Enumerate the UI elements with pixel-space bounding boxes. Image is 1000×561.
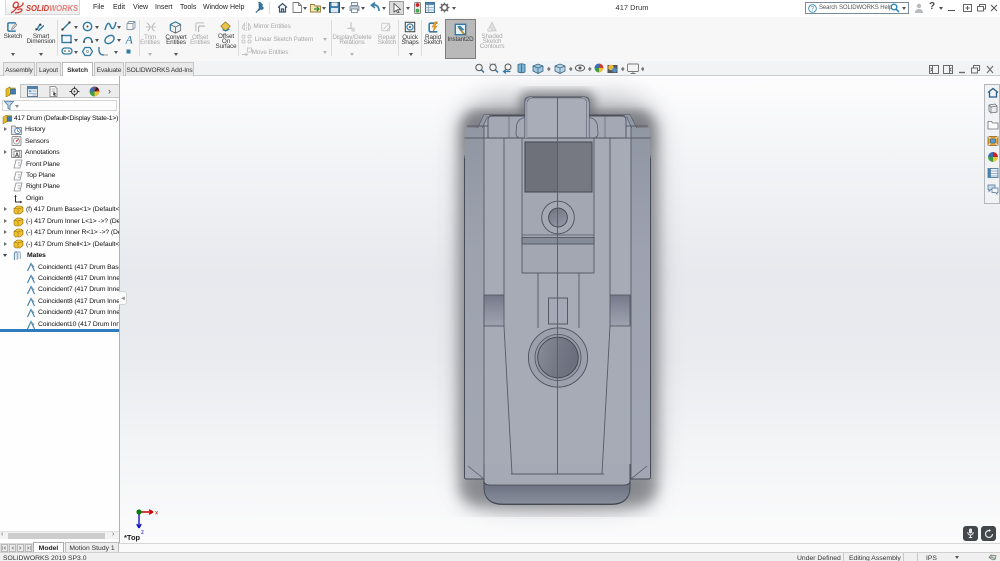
svg-text:A: A (15, 152, 19, 158)
svg-text:SOLIDWORKS: SOLIDWORKS (26, 4, 78, 13)
svg-text:z: z (141, 530, 144, 536)
svg-text:x: x (155, 511, 158, 517)
svg-text:A: A (125, 33, 134, 45)
svg-text:*Top: *Top (124, 533, 141, 542)
